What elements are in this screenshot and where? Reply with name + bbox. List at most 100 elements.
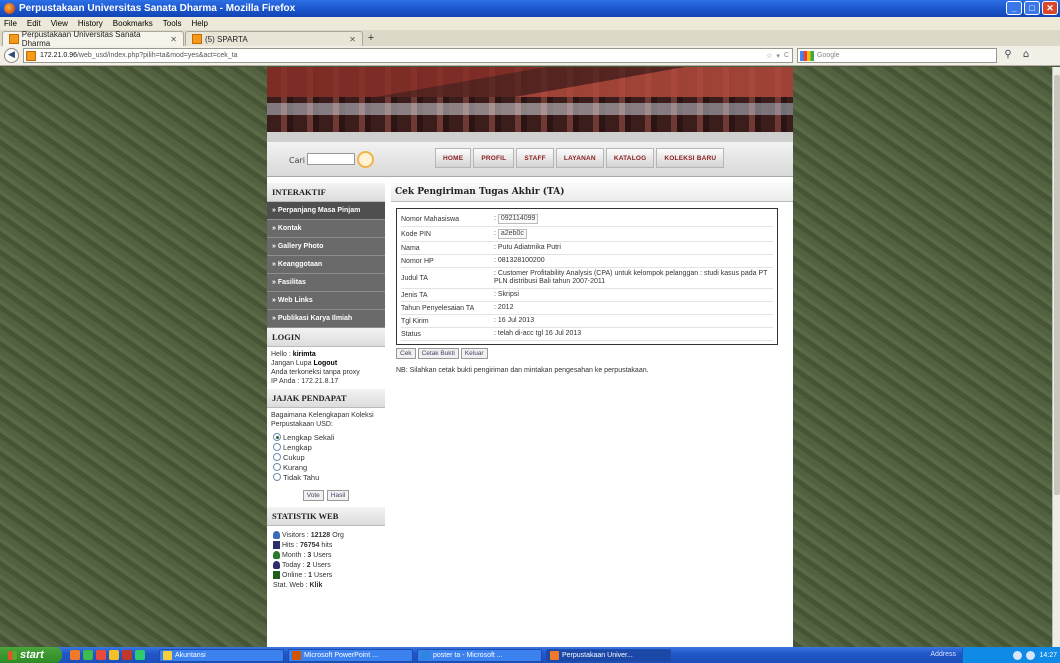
stat-web-row: Stat. Web : Klik	[273, 581, 323, 589]
menu-view[interactable]: View	[51, 19, 68, 28]
poll-option[interactable]: Lengkap Sekali	[267, 432, 385, 442]
vote-button[interactable]: Vote	[302, 490, 324, 501]
sidebar-item-kontak[interactable]: » Kontak	[267, 220, 385, 238]
table-row: Jenis TA: Skripsi	[401, 289, 773, 302]
nav-layanan[interactable]: LAYANAN	[555, 148, 604, 168]
header-banner-image	[267, 67, 793, 142]
month-icon	[273, 551, 280, 559]
favicon-icon	[9, 34, 19, 44]
close-tab-icon[interactable]: ✕	[170, 35, 177, 44]
action-buttons: Cek Cetak Bukti Keluar	[396, 348, 793, 359]
radio-button[interactable]	[273, 473, 281, 481]
page-scrollbar[interactable]	[1052, 67, 1060, 647]
reload-icon[interactable]: C	[784, 52, 789, 60]
visitors-icon	[273, 531, 280, 539]
hasil-button[interactable]: Hasil	[326, 490, 350, 501]
login-username: kirimta	[292, 351, 316, 358]
site-search-input[interactable]	[307, 153, 355, 165]
bookmark-star-icon[interactable]: ☆	[766, 52, 772, 60]
url-bar[interactable]: 172.21.0.96 /web_usd/index.php?pilih=ta&…	[23, 48, 793, 63]
field-value: a2eb0c	[497, 229, 527, 239]
minimize-button[interactable]: _	[1006, 1, 1022, 15]
cek-button[interactable]: Cek	[396, 348, 416, 359]
task-akuntansi[interactable]: Akuntansi	[159, 648, 284, 662]
radio-button[interactable]	[273, 463, 281, 471]
search-go-button[interactable]	[357, 151, 374, 168]
scrollbar-thumb[interactable]	[1054, 75, 1060, 495]
logout-link[interactable]: Logout	[313, 360, 337, 367]
sidebar-item-fasilitas[interactable]: » Fasilitas	[267, 274, 385, 292]
menu-help[interactable]: Help	[191, 19, 207, 28]
radio-button[interactable]	[273, 453, 281, 461]
poll-option-label: Kurang	[283, 462, 308, 472]
sidebar-item-keanggotaan[interactable]: » Keanggotaan	[267, 256, 385, 274]
field-value: 092114099	[497, 214, 539, 224]
task-powerpoint[interactable]: Microsoft PowerPoint ...	[288, 648, 413, 662]
search-icon[interactable]: ⚲	[1001, 49, 1015, 63]
app-quicklaunch-icon[interactable]	[135, 650, 145, 660]
stat-heading: STATISTIK WEB	[267, 507, 385, 526]
note-text: NB: Silahkan cetak bukti pengiriman dan …	[396, 367, 649, 374]
network-icon[interactable]	[1013, 650, 1023, 660]
back-button[interactable]: ◀	[4, 48, 19, 63]
app-quicklaunch-icon[interactable]	[96, 650, 106, 660]
nav-staff[interactable]: STAFF	[516, 148, 554, 168]
main-content: Cek Pengiriman Tugas Akhir (TA) Nomor Ma…	[391, 183, 793, 647]
poll-option[interactable]: Kurang	[267, 462, 385, 472]
task-perpustakaan[interactable]: Perpustakaan Univer...	[546, 648, 671, 662]
maximize-button[interactable]: □	[1024, 1, 1040, 15]
google-icon[interactable]	[800, 50, 814, 61]
field-label: Nama	[401, 244, 420, 252]
sidebar-item-gallery[interactable]: » Gallery Photo	[267, 238, 385, 256]
url-path: /web_usd/index.php?pilih=ta&mod=yes&act=…	[76, 52, 238, 59]
new-tab-button[interactable]: +	[364, 32, 378, 46]
nav-katalog[interactable]: KATALOG	[605, 148, 655, 168]
stat-web-link[interactable]: Klik	[310, 582, 323, 589]
menu-bookmarks[interactable]: Bookmarks	[113, 19, 153, 28]
tab-perpustakaan[interactable]: Perpustakaan Universitas Sanata Dharma ✕	[2, 30, 184, 48]
keluar-button[interactable]: Keluar	[460, 348, 488, 359]
close-window-button[interactable]: ✕	[1042, 1, 1058, 15]
nav-koleksi-baru[interactable]: KOLEKSI BARU	[656, 148, 725, 168]
volume-icon[interactable]	[1026, 650, 1036, 660]
clock: 14:27	[1039, 651, 1057, 659]
page-title: Cek Pengiriman Tugas Akhir (TA)	[391, 183, 793, 202]
word-icon	[421, 650, 430, 660]
table-row: Tahun Penyelesaian TA: 2012	[401, 302, 773, 315]
nav-profil[interactable]: PROFIL	[473, 148, 515, 168]
tab-sparta[interactable]: (5) SPARTA ✕	[185, 31, 363, 46]
search-bar[interactable]: Google	[797, 48, 997, 63]
cetak-bukti-button[interactable]: Cetak Bukti	[417, 348, 459, 359]
radio-button[interactable]	[273, 433, 281, 441]
poll-option[interactable]: Cukup	[267, 452, 385, 462]
tab-label: (5) SPARTA	[205, 34, 248, 44]
firefox-quicklaunch-icon[interactable]	[70, 650, 80, 660]
window-title-bar: Perpustakaan Universitas Sanata Dharma -…	[0, 0, 1060, 17]
menu-file[interactable]: File	[4, 19, 17, 28]
field-label: Nomor HP	[401, 257, 434, 265]
menu-edit[interactable]: Edit	[27, 19, 41, 28]
sidebar-item-web-links[interactable]: » Web Links	[267, 292, 385, 310]
windows-logo-icon	[8, 650, 17, 660]
address-toolbar-label: Address	[930, 651, 956, 658]
sidebar-item-publikasi[interactable]: » Publikasi Karya Ilmiah	[267, 310, 385, 328]
powerpoint-icon	[292, 650, 301, 660]
sidebar-item-perpanjang[interactable]: » Perpanjang Masa Pinjam	[267, 202, 385, 220]
home-icon[interactable]: ⌂	[1019, 49, 1033, 63]
radio-button[interactable]	[273, 443, 281, 451]
poll-option[interactable]: Lengkap	[267, 442, 385, 452]
table-row: Nomor Mahasiswa: 092114099	[401, 212, 773, 227]
poll-option[interactable]: Tidak Tahu	[267, 472, 385, 482]
task-poster-ta[interactable]: poster ta - Microsoft ...	[417, 648, 542, 662]
menu-tools[interactable]: Tools	[163, 19, 182, 28]
app-quicklaunch-icon[interactable]	[109, 650, 119, 660]
app-quicklaunch-icon[interactable]	[122, 650, 132, 660]
menu-history[interactable]: History	[78, 19, 103, 28]
dropmarker-icon[interactable]: ▾	[776, 52, 780, 60]
taskbar: start Akuntansi Microsoft PowerPoint ...…	[0, 647, 1060, 663]
close-tab-icon[interactable]: ✕	[349, 35, 356, 44]
login-info: Hello : kirimta Jangan Lupa Logout Anda …	[271, 351, 360, 385]
nav-home[interactable]: HOME	[435, 148, 472, 168]
start-button[interactable]: start	[0, 647, 62, 663]
app-quicklaunch-icon[interactable]	[83, 650, 93, 660]
